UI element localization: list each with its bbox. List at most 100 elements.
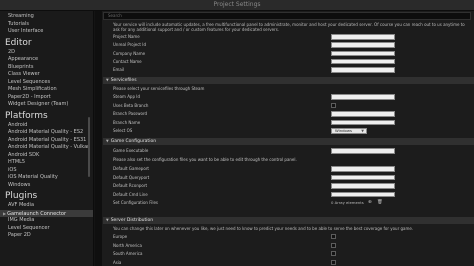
sidebar-item-label: Tutorials	[8, 20, 29, 27]
branch-name-field[interactable]	[331, 119, 395, 125]
category-game-configuration[interactable]: ▼ Game Configuration	[103, 138, 474, 145]
sidebar-item-appearance[interactable]: Appearance	[0, 56, 93, 64]
company-name-field[interactable]	[331, 50, 395, 57]
category-server-distribution[interactable]: ▼ Server Distribution	[103, 217, 474, 224]
sidebar-item-label: Blueprints	[8, 63, 34, 70]
sidebar-item-tutorials[interactable]: Tutorials	[0, 21, 93, 29]
sidebar-item-paper-2d[interactable]: Paper 2D	[0, 232, 93, 240]
sidebar-item-ios[interactable]: iOS	[0, 167, 93, 175]
sidebar-item-level-sequencer[interactable]: Level Sequencer	[0, 225, 93, 233]
sidebar-item-gamelaunch-connector[interactable]: ▶Gamelaunch Connector	[0, 209, 93, 217]
sidebar-item-label: IMG Media	[8, 217, 35, 223]
sidebar-item-class-viewer[interactable]: Class Viewer	[0, 71, 93, 79]
sidebar-platform-items: Android Android Material Quality - ES2 And…	[0, 122, 93, 190]
sidebar-scrollbar[interactable]	[88, 117, 90, 177]
sidebar-heading-plugins: Plugins	[5, 191, 38, 201]
asia-checkbox[interactable]	[331, 259, 336, 265]
sidebar-item-android-material-quality-vulkan[interactable]: Android Material Quality - Vulkan	[0, 144, 93, 152]
config-files-array-count: 0 Array elements	[331, 200, 364, 206]
row-south-america: South America	[113, 251, 143, 256]
row-default-gameport: Default Gameport	[113, 166, 149, 171]
sidebar-item-label: Streaming	[8, 13, 34, 19]
collapse-arrow-icon[interactable]: ▼	[106, 218, 109, 222]
expand-arrow-icon[interactable]: ▶	[3, 211, 6, 216]
row-default-cmd-line: Default Cmd Line	[113, 191, 148, 197]
sidebar-item-html5[interactable]: HTML5	[0, 159, 93, 167]
default-gameport-field[interactable]	[331, 166, 395, 172]
branch-password-field[interactable]	[331, 111, 395, 117]
row-north-america: North America	[113, 242, 142, 248]
category-title: Servicefiles	[110, 78, 137, 83]
default-cmd-line-field[interactable]	[331, 191, 395, 198]
sidebar-item-label: Paper2D - Import	[8, 93, 51, 100]
sidebar-item-android-sdk[interactable]: Android SDK	[0, 152, 93, 160]
os-select[interactable]: Windows ▼	[331, 127, 367, 134]
row-game-executable: Game Executable	[113, 148, 149, 153]
row-unreal-project-id: Unreal Project Id	[113, 42, 146, 48]
sidebar-item-android-material-quality-es31[interactable]: Android Material Quality - ES31	[0, 137, 93, 145]
uses-beta-branch-checkbox[interactable]	[331, 102, 336, 108]
project-name-field[interactable]	[331, 34, 395, 40]
sidebar-item-streaming[interactable]: Streaming	[0, 13, 93, 21]
sidebar-item-android-material-quality-es2[interactable]: Android Material Quality - ES2	[0, 129, 93, 137]
sidebar-item-user-interface[interactable]: User Interface	[0, 28, 93, 36]
add-element-icon[interactable]: ⊕	[368, 200, 372, 206]
steam-app-id-field[interactable]	[331, 94, 395, 100]
south-america-checkbox[interactable]	[331, 251, 336, 257]
sidebar-item-avf-media[interactable]: AVF Media	[0, 202, 93, 210]
row-company-name: Company Name	[113, 50, 146, 56]
sidebar-item-label: User Interface	[8, 28, 44, 34]
servicefiles-subtitle: Please select your servicefiles through …	[113, 86, 205, 91]
sidebar-item-label: Class Viewer	[8, 71, 40, 77]
window-titlebar: Project Settings	[0, 0, 474, 18]
sidebar-item-label: Paper 2D	[8, 232, 31, 238]
panel-splitter[interactable]	[95, 11, 102, 266]
sidebar-item-widget-designer-team[interactable]: Widget Designer (Team)	[0, 101, 93, 109]
contact-name-field[interactable]	[331, 58, 395, 65]
sidebar-item-label: Widget Designer (Team)	[8, 101, 69, 107]
europe-checkbox[interactable]	[331, 234, 336, 240]
default-queryport-field[interactable]	[331, 174, 395, 181]
category-servicefiles[interactable]: ▼ Servicefiles	[103, 77, 474, 84]
sidebar-item-ios-material-quality[interactable]: iOS Material Quality	[0, 174, 93, 182]
row-steam-app-id: Steam App Id	[113, 94, 140, 99]
sidebar-item-mesh-simplification[interactable]: Mesh Simplification	[0, 86, 93, 94]
collapse-arrow-icon[interactable]: ▼	[106, 78, 109, 82]
os-select-value: Windows	[335, 127, 352, 133]
default-rconport-field[interactable]	[331, 183, 395, 189]
settings-panel: Search Your service will include automat…	[102, 11, 474, 266]
sidebar-item-label: Android Material Quality - ES2	[8, 129, 84, 135]
sidebar-item-img-media[interactable]: IMG Media	[0, 217, 93, 225]
sidebar-top-items: Streaming Tutorials User Interface	[0, 13, 93, 36]
search-input[interactable]: Search	[103, 12, 471, 20]
window-title: Project Settings	[213, 1, 261, 8]
sidebar-item-android[interactable]: Android	[0, 122, 93, 130]
sidebar-item-blueprints[interactable]: Blueprints	[0, 64, 93, 72]
game-config-info: Please also set the configuration files …	[113, 157, 297, 162]
trash-icon[interactable]: 🗑	[377, 200, 383, 206]
row-email: Email	[113, 67, 125, 73]
row-default-rconport: Default Rconport	[113, 183, 148, 189]
row-contact-name: Contact Name	[113, 58, 142, 64]
row-branch-name: Branch Name	[113, 119, 141, 125]
row-branch-password: Branch Password	[113, 111, 148, 116]
sidebar-item-windows[interactable]: Windows	[0, 182, 93, 190]
sidebar-item-level-sequences[interactable]: Level Sequences	[0, 79, 93, 87]
sidebar-item-label: iOS	[8, 166, 17, 173]
sidebar-item-label: Level Sequencer	[8, 224, 50, 231]
sidebar-item-label: HTML5	[8, 159, 26, 165]
sidebar-item-label: Windows	[8, 181, 31, 188]
sidebar-item-label: Level Sequences	[8, 78, 51, 85]
email-field[interactable]	[331, 67, 395, 73]
game-executable-field[interactable]	[331, 148, 395, 154]
sidebar-item-label: Android	[8, 121, 28, 128]
sidebar-item-label: AVF Media	[8, 202, 35, 208]
sidebar-item-paper2d-import[interactable]: Paper2D - Import	[0, 94, 93, 102]
north-america-checkbox[interactable]	[331, 242, 336, 248]
distribution-info: You can change this later on whenever yo…	[113, 226, 414, 231]
collapse-arrow-icon[interactable]: ▼	[106, 139, 109, 143]
category-title: Server Distribution	[110, 218, 154, 223]
unreal-project-id-field[interactable]	[331, 42, 395, 48]
sidebar-item-2d[interactable]: 2D	[0, 49, 93, 57]
sidebar-item-label: Android Material Quality - Vulkan	[8, 144, 91, 150]
